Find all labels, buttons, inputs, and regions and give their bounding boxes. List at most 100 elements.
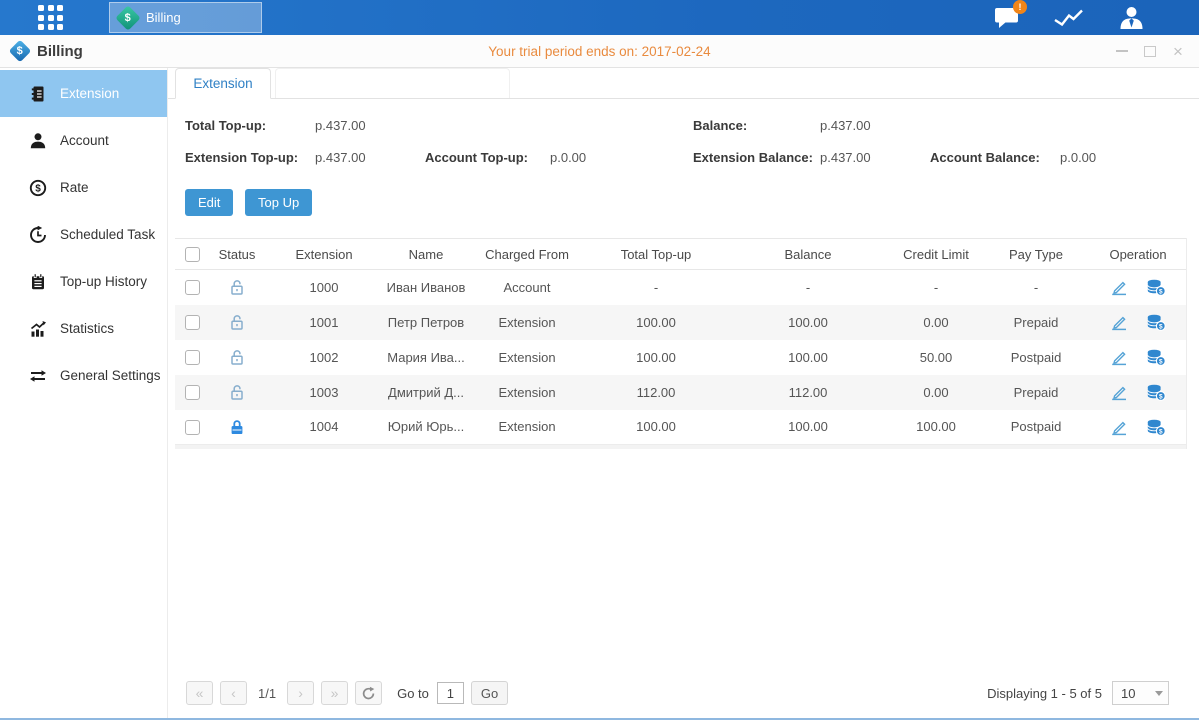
- scheduled-task-clock-icon: [29, 226, 47, 244]
- edit-icon[interactable]: [1110, 383, 1128, 401]
- table-header-row: Status Extension Name Charged From Total…: [175, 239, 1186, 270]
- lock-open-icon[interactable]: [228, 383, 246, 401]
- pagination-bar: « ‹ 1/1 › » Go to Go Displaying 1 - 5 of…: [168, 674, 1199, 720]
- cell-total-topup: 100.00: [586, 305, 726, 340]
- edit-icon[interactable]: [1110, 348, 1128, 366]
- extension-topup-value: p.437.00: [315, 150, 425, 165]
- cell-balance: 112.00: [726, 375, 890, 410]
- lock-open-icon[interactable]: [228, 348, 246, 366]
- cell-pay-type: Postpaid: [982, 340, 1090, 375]
- sidebar-item-statistics[interactable]: Statistics: [0, 305, 167, 352]
- cell-total-topup: 100.00: [586, 340, 726, 375]
- sidebar-item-account[interactable]: Account: [0, 117, 167, 164]
- sidebar-item-label: General Settings: [60, 368, 161, 383]
- taskbar-billing-tab[interactable]: $ Billing: [109, 2, 262, 33]
- balance-label: Balance:: [693, 118, 820, 133]
- edit-icon[interactable]: [1110, 418, 1128, 436]
- balance-value: p.437.00: [820, 118, 871, 133]
- general-settings-arrows-icon: [29, 367, 47, 385]
- next-page-button[interactable]: ›: [287, 681, 314, 705]
- first-page-button[interactable]: «: [186, 681, 213, 705]
- cell-extension: 1004: [264, 410, 384, 445]
- lock-open-icon[interactable]: [228, 278, 246, 296]
- cell-charged-from: Extension: [468, 410, 586, 445]
- close-button[interactable]: ×: [1169, 42, 1187, 60]
- minimize-button[interactable]: [1113, 42, 1131, 60]
- dropdown-arrow-icon: [1150, 691, 1168, 696]
- table-row: 1004 Юрий Юрь... Extension 100.00 100.00…: [175, 410, 1186, 445]
- row-checkbox[interactable]: [185, 385, 200, 400]
- sidebar-item-label: Extension: [60, 86, 119, 101]
- cell-pay-type: Postpaid: [982, 410, 1090, 445]
- line-chart-icon: [1053, 6, 1085, 30]
- sidebar-item-rate[interactable]: $ Rate: [0, 164, 167, 211]
- main-panel: Extension Total Top-up: p.437.00 Balance…: [168, 68, 1199, 720]
- sidebar-item-extension[interactable]: Extension: [0, 70, 167, 117]
- sidebar-item-topup-history[interactable]: Top-up History: [0, 258, 167, 305]
- total-topup-value: p.437.00: [315, 118, 693, 133]
- cell-pay-type: Prepaid: [982, 305, 1090, 340]
- sidebar-item-scheduled-task[interactable]: Scheduled Task: [0, 211, 167, 258]
- header-total-topup: Total Top-up: [586, 239, 726, 270]
- cell-extension: 1003: [264, 375, 384, 410]
- header-name: Name: [384, 239, 468, 270]
- cell-charged-from: Extension: [468, 305, 586, 340]
- select-all-checkbox[interactable]: [185, 247, 200, 262]
- row-checkbox[interactable]: [185, 280, 200, 295]
- header-credit-limit: Credit Limit: [890, 239, 982, 270]
- topup-icon[interactable]: $: [1146, 418, 1166, 436]
- edit-button[interactable]: Edit: [185, 189, 233, 216]
- cell-credit-limit: -: [890, 270, 982, 305]
- header-status: Status: [210, 239, 264, 270]
- edit-icon[interactable]: [1110, 313, 1128, 331]
- refresh-icon: [361, 686, 376, 701]
- edit-icon[interactable]: [1110, 278, 1128, 296]
- cell-credit-limit: 50.00: [890, 340, 982, 375]
- cell-charged-from: Extension: [468, 375, 586, 410]
- go-button[interactable]: Go: [471, 681, 508, 705]
- notifications-icon[interactable]: !: [991, 5, 1023, 31]
- page-indicator: 1/1: [258, 686, 276, 701]
- cell-extension: 1000: [264, 270, 384, 305]
- topup-icon[interactable]: $: [1146, 313, 1166, 331]
- goto-label: Go to: [397, 686, 429, 701]
- topup-icon[interactable]: $: [1146, 383, 1166, 401]
- window-title: Billing: [37, 43, 83, 60]
- cell-balance: 100.00: [726, 410, 890, 445]
- last-page-button[interactable]: »: [321, 681, 348, 705]
- tab-extension[interactable]: Extension: [175, 68, 271, 99]
- displaying-range: Displaying 1 - 5 of 5: [987, 686, 1102, 701]
- cell-charged-from: Extension: [468, 340, 586, 375]
- row-checkbox[interactable]: [185, 420, 200, 435]
- extensions-table: Status Extension Name Charged From Total…: [175, 238, 1187, 449]
- resource-monitor-icon[interactable]: [1053, 5, 1085, 31]
- goto-page-input[interactable]: [437, 682, 464, 704]
- account-person-icon: [29, 132, 47, 150]
- topup-icon[interactable]: $: [1146, 348, 1166, 366]
- refresh-button[interactable]: [355, 681, 382, 705]
- prev-page-button[interactable]: ‹: [220, 681, 247, 705]
- topup-icon[interactable]: $: [1146, 278, 1166, 296]
- row-checkbox[interactable]: [185, 315, 200, 330]
- row-checkbox[interactable]: [185, 350, 200, 365]
- cell-name: Иван Иванов: [384, 270, 468, 305]
- svg-text:$: $: [1159, 289, 1163, 296]
- app-launcher-icon[interactable]: [38, 5, 63, 30]
- user-account-icon[interactable]: [1115, 5, 1147, 31]
- sidebar-item-general-settings[interactable]: General Settings: [0, 352, 167, 399]
- cell-extension: 1002: [264, 340, 384, 375]
- page-size-select[interactable]: 10: [1112, 681, 1169, 705]
- lock-open-icon[interactable]: [228, 313, 246, 331]
- sidebar: Extension Account $ Rate Scheduled Task …: [0, 68, 168, 720]
- tab-bar: Extension: [168, 68, 1199, 99]
- cell-balance: 100.00: [726, 340, 890, 375]
- sidebar-item-label: Rate: [60, 180, 89, 195]
- maximize-button[interactable]: [1141, 42, 1159, 60]
- header-extension: Extension: [264, 239, 384, 270]
- taskbar-tab-label: Billing: [146, 10, 181, 25]
- header-pay-type: Pay Type: [982, 239, 1090, 270]
- topup-button[interactable]: Top Up: [245, 189, 312, 216]
- table-row: 1000 Иван Иванов Account - - - - $: [175, 270, 1186, 305]
- cell-balance: 100.00: [726, 305, 890, 340]
- lock-closed-icon[interactable]: [228, 418, 246, 436]
